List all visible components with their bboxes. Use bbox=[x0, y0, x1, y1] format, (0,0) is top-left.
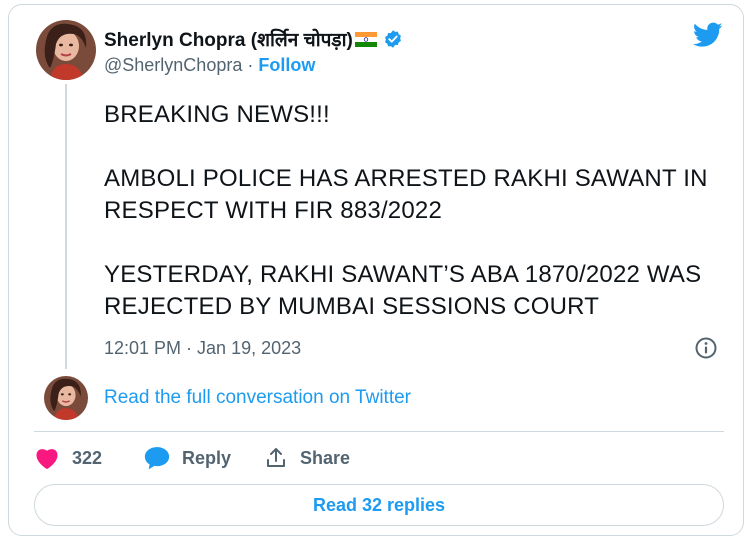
share-upload-icon bbox=[267, 448, 285, 467]
share-label: Share bbox=[300, 447, 351, 468]
read-replies-button[interactable]: Read 32 replies bbox=[34, 484, 724, 526]
author-avatar[interactable] bbox=[36, 20, 96, 80]
separator-dot: · bbox=[242, 55, 259, 75]
share-button[interactable]: Share bbox=[264, 446, 350, 470]
verified-badge-icon bbox=[384, 30, 401, 48]
tweet-timestamp[interactable]: 12:01 PM · Jan 19, 2023 bbox=[104, 338, 301, 359]
divider bbox=[34, 431, 724, 432]
reply-label: Reply bbox=[182, 447, 232, 468]
like-button[interactable]: 322 bbox=[34, 446, 144, 470]
twitter-bird-icon[interactable] bbox=[693, 22, 723, 48]
author-handle-row: @SherlynChopra · Follow bbox=[104, 55, 315, 76]
india-flag-icon bbox=[354, 31, 377, 47]
read-full-conversation-link[interactable]: Read the full conversation on Twitter bbox=[104, 387, 411, 409]
info-icon[interactable] bbox=[694, 336, 718, 360]
heart-icon bbox=[36, 449, 58, 470]
speech-bubble-icon bbox=[144, 447, 170, 470]
follow-link[interactable]: Follow bbox=[258, 55, 315, 75]
conversation-avatar[interactable] bbox=[44, 376, 88, 420]
author-handle[interactable]: @SherlynChopra bbox=[104, 55, 242, 75]
author-name[interactable]: Sherlyn Chopra (शर्लिन चोपड़ा) bbox=[104, 26, 403, 52]
action-bar: 322 Reply Share bbox=[34, 443, 350, 473]
reply-button[interactable]: Reply bbox=[144, 446, 264, 470]
tweet-text: BREAKING NEWS!!! AMBOLI POLICE HAS ARRES… bbox=[104, 101, 708, 320]
thread-line bbox=[65, 84, 67, 369]
like-count: 322 bbox=[72, 447, 103, 468]
author-display-name[interactable]: Sherlyn Chopra (शर्लिन चोपड़ा) bbox=[104, 26, 353, 52]
